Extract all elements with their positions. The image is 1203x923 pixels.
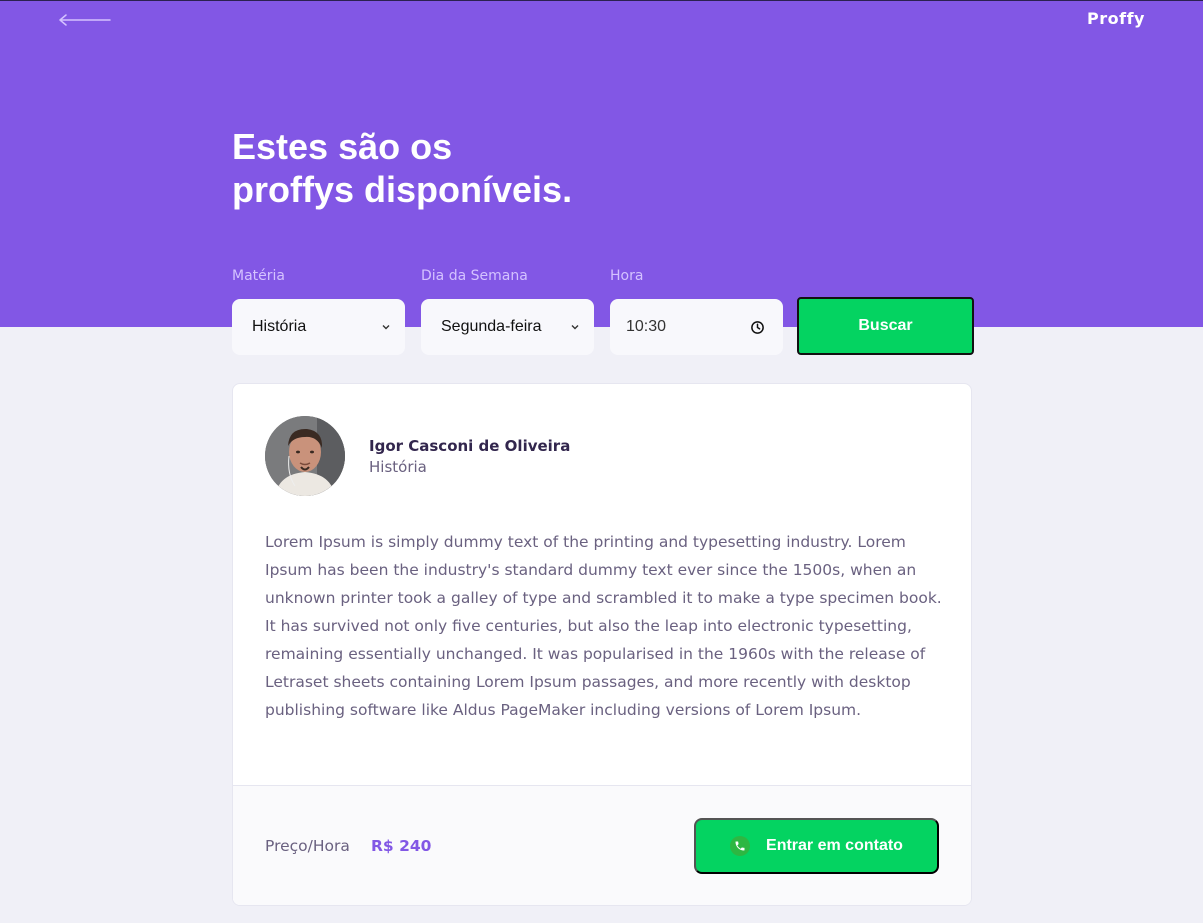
search-button[interactable]: Buscar (797, 297, 974, 355)
whatsapp-icon (730, 836, 751, 856)
teacher-card: Igor Casconi de Oliveira História Lorem … (232, 383, 972, 906)
page-title-line-2: proffys disponíveis. (232, 169, 573, 210)
teacher-subject: História (369, 458, 427, 476)
time-input-value: 10:30 (626, 318, 667, 335)
logo: Proffy (1087, 9, 1145, 28)
page-header: Proffy Estes são os proffys disponíveis. (0, 0, 1203, 327)
weekday-label: Dia da Semana (421, 268, 528, 284)
teacher-name: Igor Casconi de Oliveira (369, 437, 571, 455)
price-value: R$ 240 (371, 837, 432, 855)
clock-icon[interactable] (750, 320, 765, 335)
avatar-image (265, 416, 345, 496)
weekday-select-value: Segunda-feira (441, 318, 542, 335)
chevron-down-icon (571, 325, 579, 330)
avatar (265, 416, 345, 496)
subject-label: Matéria (232, 268, 285, 284)
teacher-bio: Lorem Ipsum is simply dummy text of the … (265, 533, 942, 719)
page-title-line-1: Estes são os (232, 126, 453, 167)
subject-select[interactable]: História (232, 299, 405, 355)
contact-button-label: Entrar em contato (766, 837, 903, 854)
chevron-down-icon (382, 325, 390, 330)
arrow-left-icon (59, 14, 111, 26)
subject-select-value: História (252, 318, 307, 335)
page: Proffy Estes são os proffys disponíveis.… (0, 0, 1203, 923)
contact-button[interactable]: Entrar em contato (694, 818, 939, 874)
price-label: Preço/Hora (265, 837, 350, 855)
time-input[interactable]: 10:30 (610, 299, 783, 355)
time-label: Hora (610, 268, 644, 284)
page-title: Estes são os proffys disponíveis. (232, 125, 752, 211)
card-footer: Preço/Hora R$ 240 Entrar em contato (233, 785, 971, 905)
back-button[interactable] (58, 10, 112, 30)
weekday-select[interactable]: Segunda-feira (421, 299, 594, 355)
